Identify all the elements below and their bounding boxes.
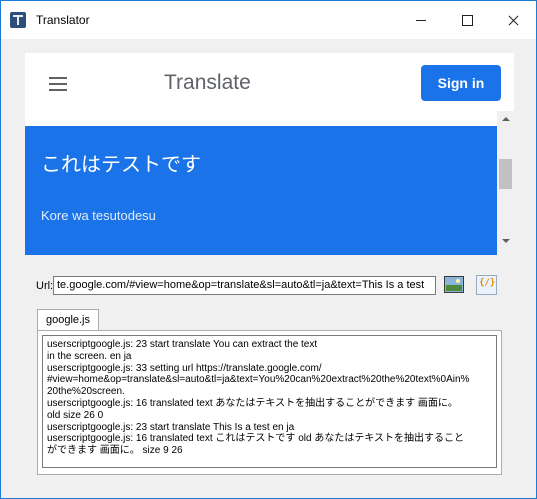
- title-bar[interactable]: Translator: [1, 1, 536, 39]
- log-line: #view=home&op=translate&sl=auto&tl=ja&te…: [47, 374, 470, 386]
- scroll-down-arrow-icon[interactable]: [502, 239, 510, 243]
- translate-header: Translate Sign in: [25, 53, 514, 126]
- log-line: 20the%20screen.: [47, 386, 125, 398]
- log-line: old size 26 0: [47, 409, 104, 421]
- hamburger-menu-icon[interactable]: [49, 77, 67, 91]
- url-input[interactable]: te.google.com/#view=home&op=translate&sl…: [53, 276, 436, 295]
- scroll-thumb[interactable]: [499, 159, 512, 189]
- translate-brand: Translate: [164, 71, 251, 94]
- scroll-up-arrow-icon[interactable]: [502, 117, 510, 121]
- capture-button[interactable]: [443, 274, 467, 296]
- sign-in-button[interactable]: Sign in: [421, 65, 501, 101]
- embedded-browser[interactable]: Translate Sign in これはテストです Kore wa tesut…: [25, 53, 514, 255]
- tab-panel: userscriptgoogle.js: 23 start translate …: [37, 330, 502, 475]
- app-window: Translator Translate Sign in これはテストです Ko…: [0, 0, 537, 499]
- vertical-scrollbar[interactable]: [497, 111, 514, 255]
- translation-result-card: これはテストです Kore wa tesutodesu: [25, 126, 497, 255]
- url-label: Url:: [36, 280, 54, 292]
- log-line: ができます 画面に。 size 9 26: [47, 445, 183, 457]
- log-line: userscriptgoogle.js: 33 setting url http…: [47, 362, 322, 374]
- script-button[interactable]: {/}: [475, 274, 499, 296]
- maximize-button[interactable]: [444, 1, 490, 39]
- translator-app-icon: [10, 12, 26, 28]
- log-line: userscriptgoogle.js: 16 translated text …: [47, 433, 465, 445]
- romanization-text: Kore wa tesutodesu: [41, 208, 156, 223]
- log-output[interactable]: userscriptgoogle.js: 23 start translate …: [42, 335, 497, 468]
- close-button[interactable]: [490, 1, 536, 39]
- window-title: Translator: [36, 13, 90, 27]
- log-line: userscriptgoogle.js: 23 start translate …: [47, 339, 318, 350]
- log-line: userscriptgoogle.js: 23 start translate …: [47, 421, 295, 433]
- log-line: userscriptgoogle.js: 16 translated text …: [47, 397, 458, 409]
- minimize-button[interactable]: [398, 1, 444, 39]
- tab-google-js[interactable]: google.js: [37, 309, 99, 331]
- log-line: in the screen. en ja: [47, 350, 132, 362]
- translated-text: これはテストです: [41, 152, 201, 176]
